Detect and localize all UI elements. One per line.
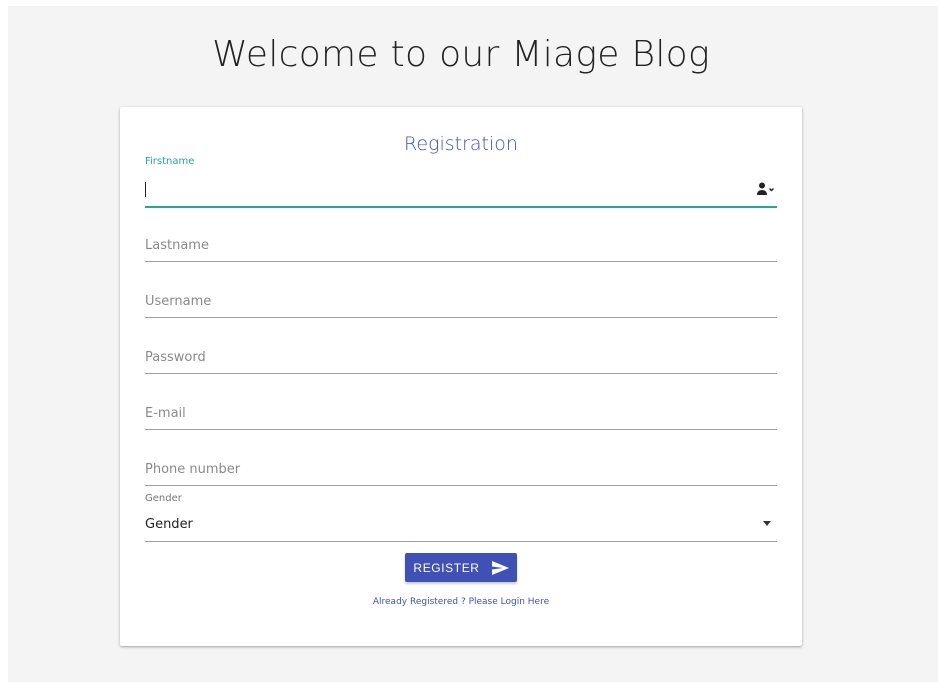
send-icon bbox=[491, 560, 509, 575]
phone-placeholder: Phone number bbox=[145, 462, 241, 477]
register-button-label: REGISTER bbox=[413, 560, 480, 575]
phone-field[interactable]: Phone number bbox=[145, 445, 777, 486]
firstname-field[interactable]: Firstname bbox=[145, 156, 777, 208]
email-field[interactable]: E-mail bbox=[145, 389, 777, 430]
page-background: Welcome to our Miage Blog Registration F… bbox=[8, 6, 938, 682]
dropdown-caret-icon[interactable] bbox=[763, 521, 771, 526]
user-icon[interactable] bbox=[757, 182, 775, 196]
page-title: Welcome to our Miage Blog bbox=[212, 34, 710, 75]
gender-selected-value: Gender bbox=[145, 517, 193, 532]
lastname-placeholder: Lastname bbox=[145, 238, 209, 253]
registration-card: Registration Firstname Lastname Username… bbox=[120, 107, 802, 646]
username-placeholder: Username bbox=[145, 294, 212, 309]
password-placeholder: Password bbox=[145, 350, 206, 365]
gender-select[interactable]: Gender Gender bbox=[145, 493, 777, 542]
gender-label: Gender bbox=[145, 493, 182, 504]
login-link[interactable]: Already Registered ? Please Login Here bbox=[120, 597, 802, 607]
username-field[interactable]: Username bbox=[145, 277, 777, 318]
text-cursor bbox=[145, 182, 146, 197]
firstname-label: Firstname bbox=[145, 156, 195, 167]
form-title: Registration bbox=[404, 133, 518, 155]
lastname-field[interactable]: Lastname bbox=[145, 221, 777, 262]
email-placeholder: E-mail bbox=[145, 406, 186, 421]
register-button[interactable]: REGISTER bbox=[405, 553, 517, 582]
password-field[interactable]: Password bbox=[145, 333, 777, 374]
